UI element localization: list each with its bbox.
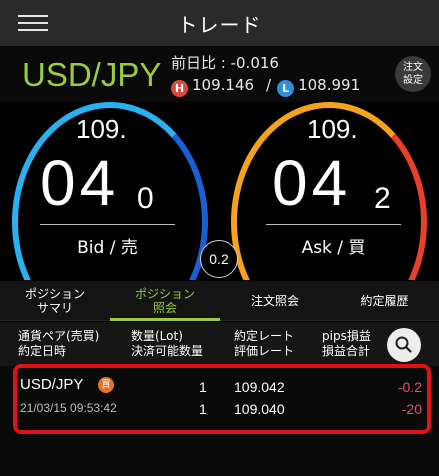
tab-label: サマリ <box>36 301 73 315</box>
column-header: pips損益 <box>322 329 371 343</box>
column-header: 決済可能数量 <box>131 344 204 358</box>
ask-divider <box>266 224 401 225</box>
column-header: 約定日時 <box>18 344 67 358</box>
rate-panel: 109. 04 0 Bid / 売 109. 04 2 Ask / 買 0.2 <box>0 102 439 280</box>
tab-label: 約定履歴 <box>360 294 409 308</box>
tab-position-summary[interactable]: ポジション サマリ <box>0 281 110 321</box>
ask-rate-prefix: 109. <box>307 114 358 144</box>
spread-badge: 0.2 <box>200 240 238 278</box>
position-pnl: -20 <box>401 401 422 417</box>
bid-rate-prefix: 109. <box>76 114 127 144</box>
order-settings-label-1: 注文 <box>403 62 423 73</box>
search-button[interactable] <box>387 328 421 362</box>
tab-label: 照会 <box>152 301 177 315</box>
position-qty: 1 <box>199 379 207 395</box>
bid-rate-main: 04 <box>40 147 120 219</box>
table-row[interactable] <box>13 364 431 434</box>
tab-label: ポジション <box>134 287 195 301</box>
buy-side-badge: 買 <box>98 377 114 393</box>
prev-day-change: 前日比 : -0.016 <box>171 54 279 72</box>
low-value: 108.991 <box>298 76 361 94</box>
currency-pair[interactable]: USD/JPY <box>22 56 161 94</box>
bid-divider <box>40 224 175 225</box>
page-title: トレード <box>177 13 262 37</box>
column-header: 約定レート <box>234 329 295 343</box>
column-header: 評価レート <box>234 344 295 358</box>
ask-label[interactable]: Ask / 買 <box>266 233 401 258</box>
position-pair: USD/JPY <box>20 376 84 393</box>
table-header: 通貨ペア(売買) 約定日時 数量(Lot) 決済可能数量 約定レート 評価レート… <box>0 322 439 366</box>
high-badge-icon: H <box>171 80 188 97</box>
tab-order-inquiry[interactable]: 注文照会 <box>220 281 330 321</box>
tab-label: ポジション <box>24 287 85 301</box>
search-icon <box>395 336 412 353</box>
tab-bar: ポジション サマリ ポジション 照会 注文照会 約定履歴 <box>0 281 439 321</box>
high-low-row: H 109.146 / L 108.991 <box>171 76 361 97</box>
column-header: 損益合計 <box>322 344 371 358</box>
position-exec-rate: 109.042 <box>234 379 285 395</box>
high-value: 109.146 <box>192 76 255 94</box>
tab-execution-history[interactable]: 約定履歴 <box>330 281 439 321</box>
tab-position-inquiry[interactable]: ポジション 照会 <box>110 281 220 321</box>
high-low-separator: / <box>266 76 272 94</box>
position-pips: -0.2 <box>397 379 422 395</box>
position-eval-rate: 109.040 <box>234 401 285 417</box>
position-settleable-qty: 1 <box>199 401 207 417</box>
column-header: 通貨ペア(売買) <box>18 329 100 343</box>
ask-rate-main: 04 <box>272 147 352 219</box>
bid-label[interactable]: Bid / 売 <box>40 233 175 258</box>
column-header: 数量(Lot) <box>131 329 183 343</box>
ask-rate-pip: 2 <box>374 182 391 215</box>
order-settings-button[interactable]: 注文 設定 <box>395 56 431 92</box>
order-settings-label-2: 設定 <box>403 75 423 86</box>
bid-rate-pip: 0 <box>137 182 154 215</box>
position-datetime: 21/03/15 09:53:42 <box>20 401 117 415</box>
app-header: トレード <box>0 0 439 46</box>
active-tab-indicator <box>110 318 220 321</box>
tab-label: 注文照会 <box>250 294 299 308</box>
low-badge-icon: L <box>277 80 295 97</box>
currency-summary: USD/JPY 前日比 : -0.016 H 109.146 / L 108.991 注… <box>0 46 439 102</box>
